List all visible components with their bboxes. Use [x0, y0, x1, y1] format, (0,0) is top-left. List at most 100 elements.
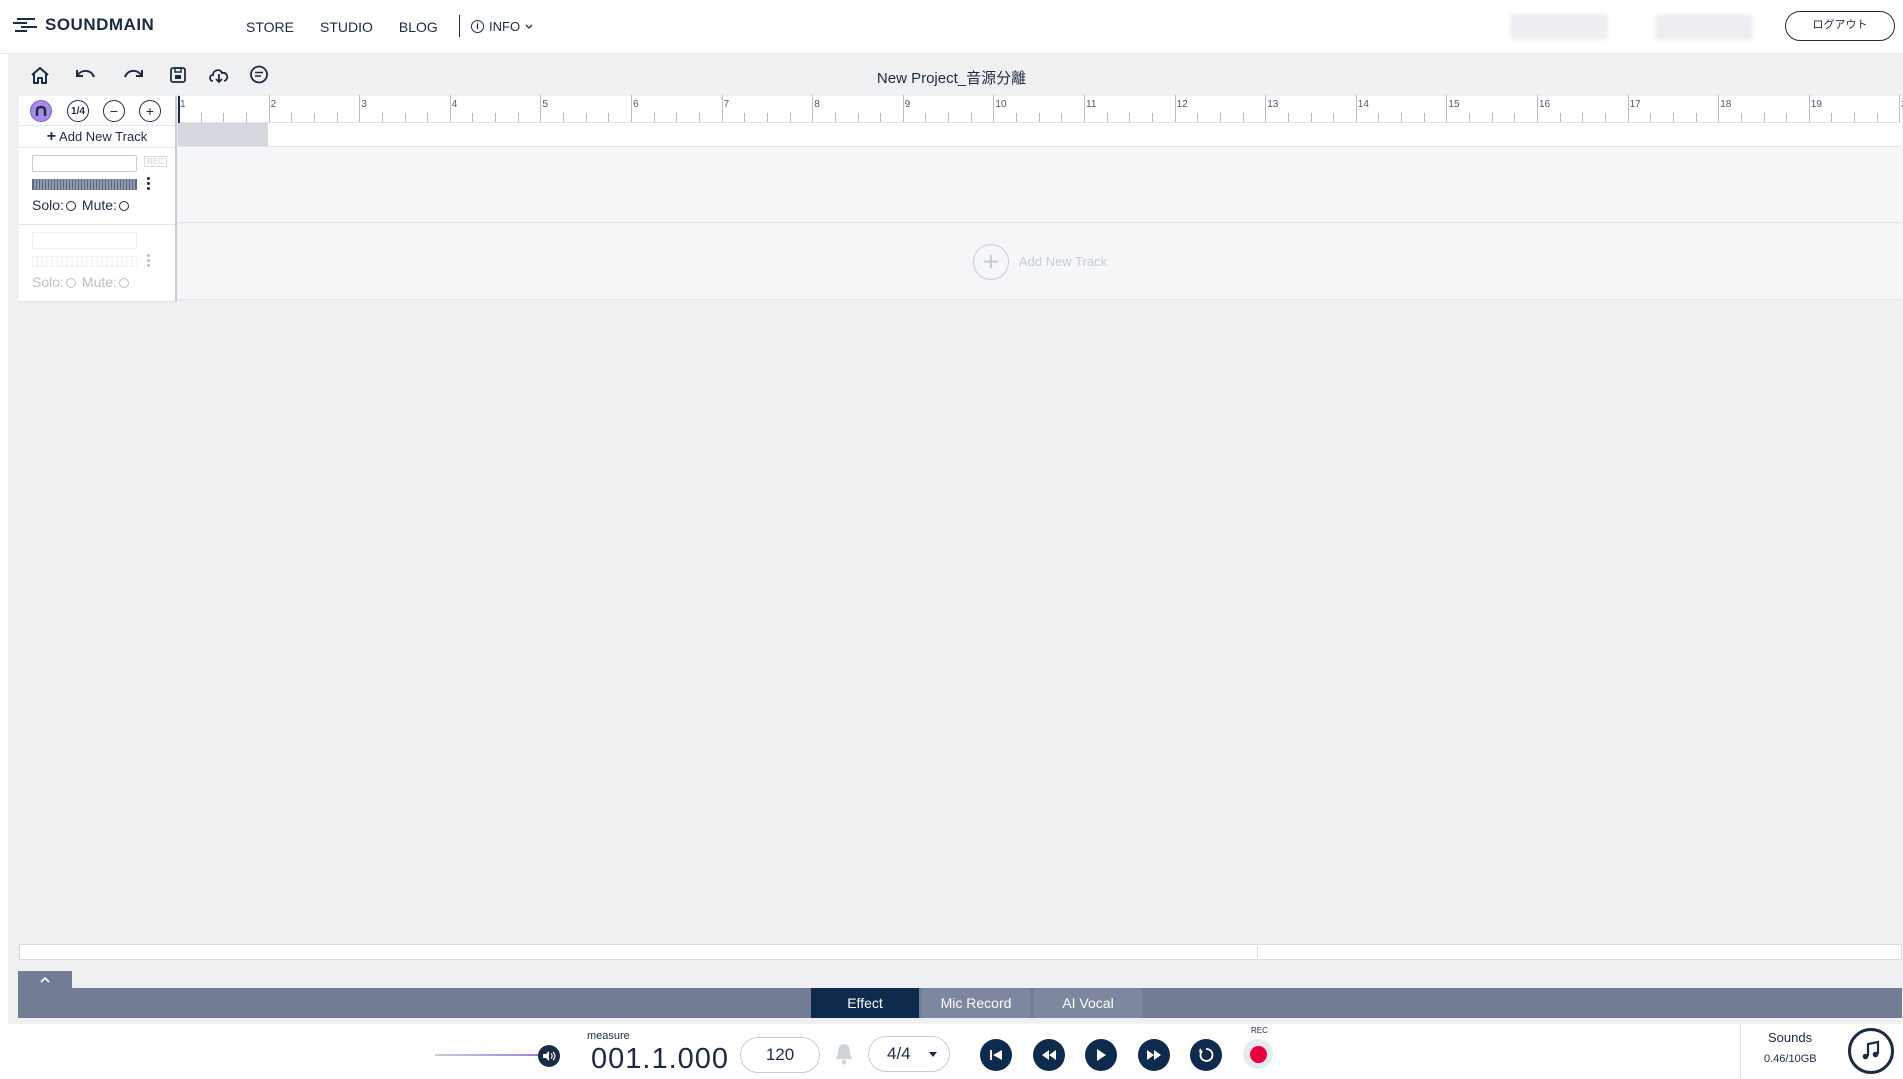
ruler-tick [1106, 113, 1108, 122]
mute-toggle[interactable]: Mute: [82, 197, 129, 213]
master-volume-slider[interactable] [435, 1054, 545, 1056]
ruler-tick [970, 113, 972, 122]
tab-effect[interactable]: Effect [811, 988, 919, 1018]
ruler-tick [789, 113, 791, 122]
rewind-button[interactable] [1033, 1039, 1065, 1071]
ruler-tick [563, 113, 565, 122]
track-menu-icon[interactable] [147, 177, 151, 192]
ruler-tick [449, 95, 451, 122]
ruler-tick [540, 95, 542, 122]
ruler-tick [1672, 113, 1674, 122]
music-note-icon [1862, 1040, 1880, 1060]
ruler-tick [1265, 95, 1267, 122]
ruler-tick [1219, 113, 1221, 122]
nav-blog[interactable]: BLOG [399, 19, 438, 35]
ruler-tick [245, 113, 247, 122]
ruler-tick [1446, 95, 1448, 122]
time-signature-select[interactable]: 4/4 [868, 1036, 950, 1072]
ruler-measure-number: 19 [1810, 99, 1822, 110]
ruler-tick [472, 113, 474, 122]
transport-bar: measure 001.1.000 120 4/4 REC Sounds 0.4… [0, 1024, 1903, 1079]
play-icon [1097, 1049, 1106, 1061]
zoom-in-button[interactable]: + [139, 100, 161, 122]
add-track-lane-label: Add New Track [1018, 254, 1108, 269]
track-lane[interactable] [178, 147, 1902, 223]
track-volume-meter[interactable] [32, 179, 137, 190]
ruler-tick [313, 113, 315, 122]
ruler-tick [766, 113, 768, 122]
tab-mic-record[interactable]: Mic Record [922, 988, 1030, 1018]
ruler-tick [1378, 113, 1380, 122]
ruler-tick [1559, 113, 1561, 122]
tab-ai-vocal[interactable]: AI Vocal [1034, 988, 1142, 1018]
ruler-measure-number: 10 [995, 99, 1007, 110]
ruler-tick [1401, 113, 1403, 122]
nav-info-dropdown[interactable]: i INFO [471, 19, 533, 34]
soundmain-logo[interactable]: SOUNDMAIN [13, 15, 154, 35]
measure-label: measure [587, 1030, 630, 1042]
snap-magnet-button[interactable] [30, 100, 52, 122]
project-title[interactable]: New Project_音源分離 [0, 67, 1903, 88]
loop-region[interactable] [178, 123, 268, 146]
ruler-tick [1310, 113, 1312, 122]
ruler-measure-number: 3 [361, 99, 367, 110]
ruler-tick [698, 113, 700, 122]
track-menu-icon [147, 254, 151, 269]
nav-store[interactable]: STORE [246, 19, 294, 35]
storage-usage: 0.46/10GB [1764, 1053, 1817, 1065]
ruler-tick [291, 113, 293, 122]
loop-bar[interactable] [178, 123, 1902, 147]
logo-text: SOUNDMAIN [45, 15, 155, 34]
zoom-out-button[interactable]: − [103, 100, 125, 122]
track-name-input[interactable] [32, 155, 137, 172]
solo-toggle[interactable]: Solo: [32, 197, 76, 213]
ruler-tick [404, 113, 406, 122]
ruler-tick [1831, 113, 1833, 122]
playhead[interactable] [178, 96, 180, 123]
ruler-tick [1491, 113, 1493, 122]
solo-mute-group: Solo: Mute: [32, 197, 129, 213]
plus-icon: + [46, 128, 57, 145]
ruler-tick [223, 113, 225, 122]
ruler-measure-number: 5 [542, 99, 548, 110]
record-button[interactable] [1243, 1039, 1273, 1069]
add-new-track-button[interactable]: + Add New Track [19, 125, 175, 148]
panel-collapse-button[interactable] [18, 971, 72, 989]
ruler-tick [608, 113, 610, 122]
fast-forward-icon [1147, 1050, 1161, 1060]
ruler-tick [902, 95, 904, 122]
ruler-tick [1197, 113, 1199, 122]
loop-button[interactable] [1190, 1039, 1222, 1071]
ruler-tick [1899, 95, 1901, 122]
quantize-button[interactable]: 1/4 [67, 100, 89, 122]
blurred-user-item [1510, 14, 1608, 40]
speaker-icon[interactable] [538, 1045, 560, 1067]
ruler-measure-number: 8 [814, 99, 820, 110]
sound-library-button[interactable] [1848, 1028, 1894, 1074]
timeline: 1234567891011121314151617181920 + Add Ne… [178, 95, 1903, 302]
ruler-measure-number: 1 [180, 99, 186, 110]
fast-forward-button[interactable] [1138, 1039, 1170, 1071]
track-rec-badge[interactable]: REC [144, 156, 167, 167]
ruler-measure-number: 18 [1720, 99, 1732, 110]
bpm-input[interactable]: 120 [740, 1037, 820, 1073]
ruler-measure-number: 15 [1448, 99, 1460, 110]
ruler-tick [744, 113, 746, 122]
rewind-icon [1042, 1050, 1056, 1060]
ruler-tick [381, 113, 383, 122]
nav-studio[interactable]: STUDIO [320, 19, 373, 35]
scrollbar-thumb[interactable] [20, 946, 1258, 958]
skip-to-start-button[interactable] [980, 1039, 1012, 1071]
add-track-lane[interactable]: + Add New Track [178, 224, 1902, 300]
metronome-bell-icon[interactable] [833, 1042, 855, 1071]
info-icon: i [471, 20, 484, 33]
measure-ruler[interactable]: 1234567891011121314151617181920 [178, 95, 1903, 123]
ruler-tick [1242, 113, 1244, 122]
ruler-tick [1718, 95, 1720, 122]
ruler-tick [359, 95, 361, 122]
play-button[interactable] [1085, 1039, 1117, 1071]
logout-button[interactable]: ログアウト [1785, 11, 1895, 41]
ruler-tick [1061, 113, 1063, 122]
timeline-scrollbar[interactable] [19, 944, 1902, 960]
ruler-tick [1333, 113, 1335, 122]
